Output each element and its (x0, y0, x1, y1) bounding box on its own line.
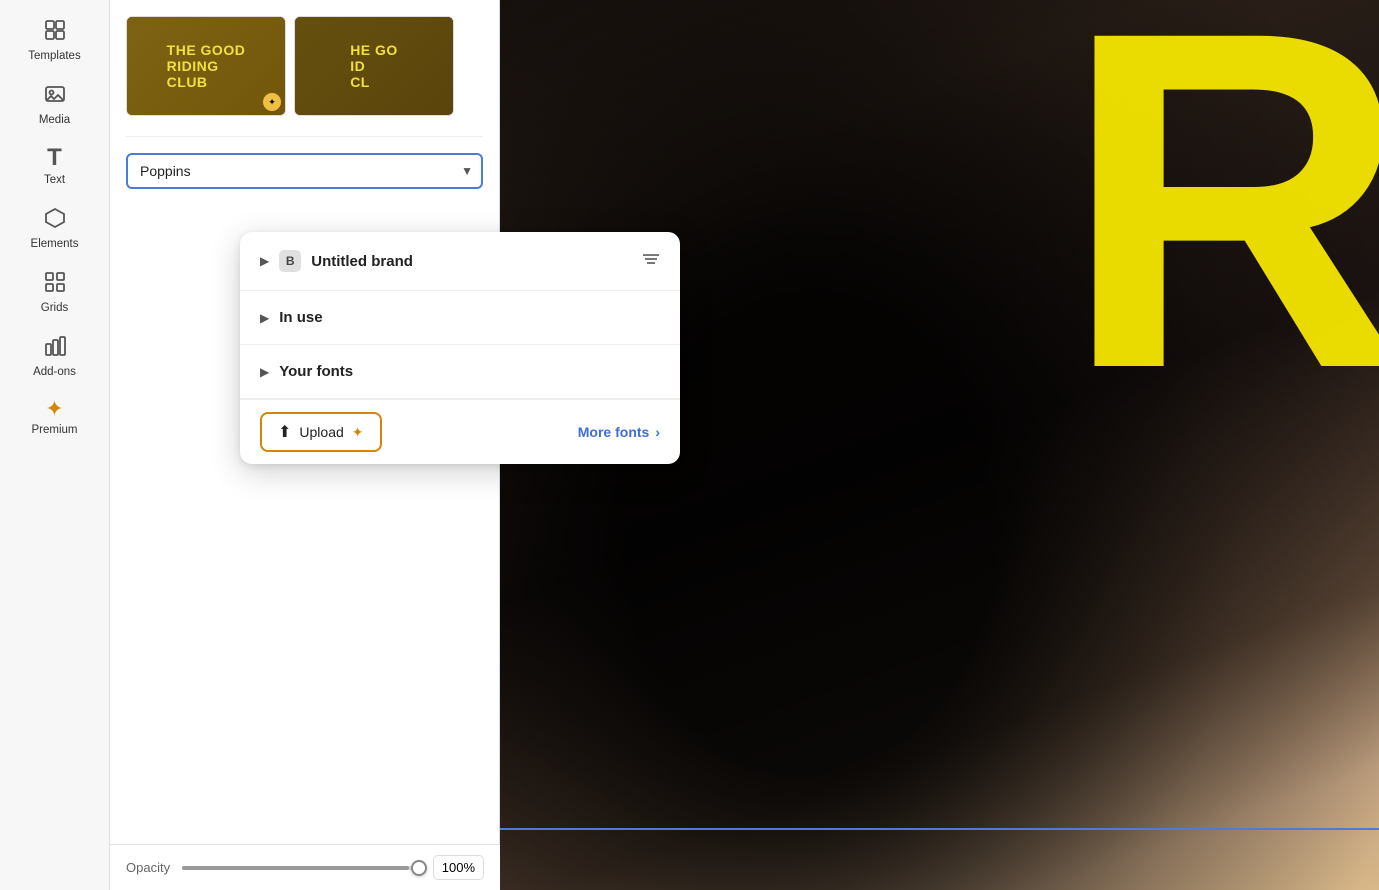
font-select-wrapper: Poppins Roboto Open Sans Montserrat ▼ (126, 153, 483, 189)
chevron-right-icon-brand: ▶ (260, 254, 269, 268)
sidebar-item-text[interactable]: T Text (10, 136, 100, 196)
opacity-label: Opacity (126, 860, 170, 875)
sidebar-item-templates-label: Templates (28, 50, 80, 62)
blue-selection-line (500, 828, 1379, 830)
font-select[interactable]: Poppins Roboto Open Sans Montserrat (126, 153, 483, 189)
sidebar-item-text-label: Text (44, 174, 65, 186)
section-title-your-fonts: Your fonts (279, 363, 660, 380)
section-title-brand: Untitled brand (311, 253, 632, 270)
font-section-header-in-use[interactable]: ▶ In use (240, 291, 680, 344)
sidebar-item-addons-label: Add-ons (33, 366, 76, 378)
yellow-r-letter: R (1062, 0, 1379, 440)
sidebar-item-media-label: Media (39, 114, 70, 126)
premium-badge-1: ✦ (263, 93, 281, 111)
font-section-in-use: ▶ In use (240, 291, 680, 345)
font-section-header-untitled-brand[interactable]: ▶ B Untitled brand (240, 232, 680, 290)
left-panel: THE GOODRIDINGCLUB ✦ HE GOIDCL Poppins R… (110, 0, 500, 890)
opacity-value[interactable]: 100% (433, 855, 484, 880)
filter-icon[interactable] (642, 251, 660, 272)
sidebar-item-elements[interactable]: Elements (10, 196, 100, 260)
sidebar-item-addons[interactable]: Add-ons (10, 324, 100, 388)
premium-icon: ✦ (45, 398, 63, 420)
more-fonts-button[interactable]: More fonts › (578, 424, 660, 440)
elements-icon (43, 206, 67, 234)
template-thumbnail-1[interactable]: THE GOODRIDINGCLUB ✦ (126, 16, 286, 116)
templates-icon (43, 18, 67, 46)
font-section-header-your-fonts[interactable]: ▶ Your fonts (240, 345, 680, 398)
media-icon (43, 82, 67, 110)
upload-premium-icon: ✦ (352, 424, 364, 441)
upload-font-button[interactable]: ⬆ Upload ✦ (260, 412, 382, 452)
upload-button-label: Upload (299, 424, 343, 440)
chevron-right-icon-inuse: ▶ (260, 311, 269, 325)
grids-icon (43, 270, 67, 298)
upload-icon: ⬆ (278, 422, 291, 442)
sidebar-item-premium[interactable]: ✦ Premium (10, 388, 100, 446)
font-section-your-fonts: ▶ Your fonts (240, 345, 680, 399)
sidebar-item-grids[interactable]: Grids (10, 260, 100, 324)
font-dropdown-footer: ⬆ Upload ✦ More fonts › (240, 399, 680, 464)
opacity-bar: Opacity 100% (110, 844, 500, 890)
font-dropdown: ▶ B Untitled brand ▶ In use (240, 232, 680, 464)
brand-logo-icon: B (279, 250, 301, 272)
sidebar-item-grids-label: Grids (41, 302, 68, 314)
text-icon: T (47, 146, 62, 170)
sidebar-item-elements-label: Elements (31, 238, 79, 250)
sidebar-item-templates[interactable]: Templates (10, 8, 100, 72)
sidebar-item-media[interactable]: Media (10, 72, 100, 136)
thumbnails-row: THE GOODRIDINGCLUB ✦ HE GOIDCL (126, 16, 483, 116)
opacity-slider[interactable] (182, 866, 421, 870)
sidebar-item-premium-label: Premium (31, 424, 77, 436)
font-section-untitled-brand: ▶ B Untitled brand (240, 232, 680, 291)
sidebar: Templates Media T Text Elements (0, 0, 110, 890)
more-fonts-label: More fonts (578, 424, 650, 440)
more-fonts-chevron-icon: › (655, 424, 660, 440)
addons-icon (43, 334, 67, 362)
template-thumbnail-2[interactable]: HE GOIDCL (294, 16, 454, 116)
chevron-right-icon-yourfonts: ▶ (260, 365, 269, 379)
section-title-inuse: In use (279, 309, 660, 326)
